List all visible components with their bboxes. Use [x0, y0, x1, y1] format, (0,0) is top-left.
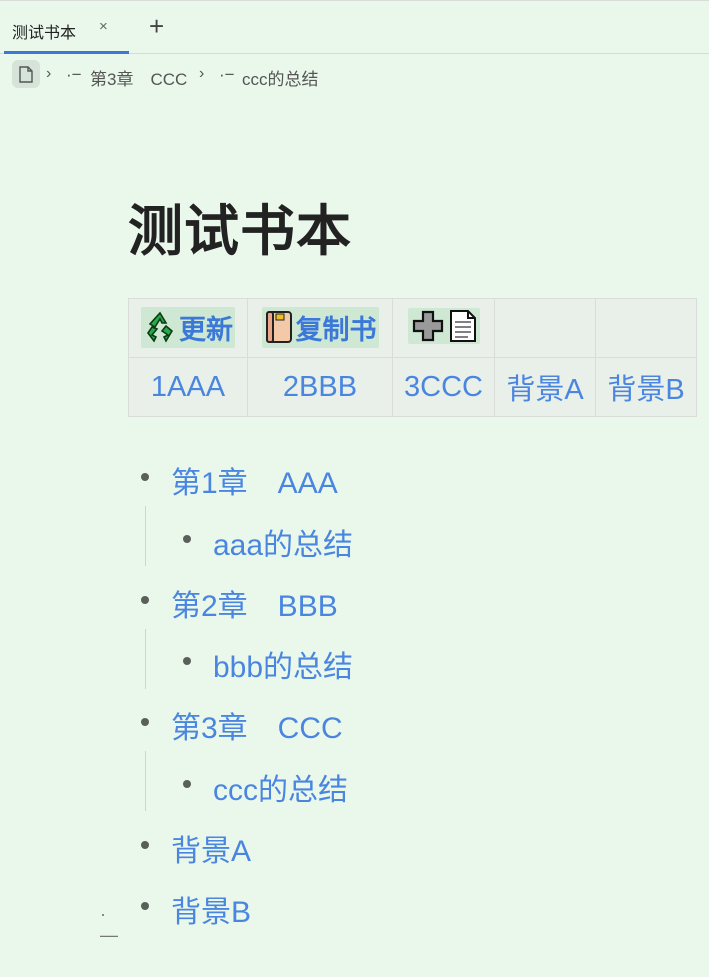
update-button-label: 更新 — [179, 314, 233, 345]
plus-icon — [412, 310, 443, 342]
list-item[interactable]: 第3章 CCC — [171, 703, 343, 747]
copy-book-button-label: 复制书 — [295, 314, 377, 345]
table-cell — [392, 298, 495, 358]
table-cell: 背景B — [595, 357, 697, 417]
list-item[interactable]: bbb的总结 — [213, 642, 353, 686]
list-item[interactable]: aaa的总结 — [213, 520, 353, 564]
table-cell: 3CCC — [392, 357, 495, 417]
new-tab-button[interactable]: + — [149, 13, 164, 39]
tab-active[interactable]: 测试书本 × — [4, 1, 129, 54]
list-item[interactable]: 第2章 BBB — [171, 581, 338, 625]
table-link-1aaa[interactable]: 1AAA — [151, 371, 225, 403]
bullet-dot[interactable] — [141, 718, 149, 726]
bullet-dot[interactable] — [183, 535, 191, 543]
table-cell: 复制书 — [247, 298, 393, 358]
collapse-toggle-icon[interactable]: ·— — [100, 904, 118, 946]
table-link-background-a[interactable]: 背景A — [506, 374, 583, 406]
book-icon — [265, 311, 292, 344]
recycle-icon — [147, 311, 174, 343]
page-title: 测试书本 — [128, 199, 353, 263]
copy-book-button[interactable]: 复制书 — [261, 306, 379, 348]
breadcrumb-item-prefix: ·− — [219, 65, 235, 84]
bullet-dot[interactable] — [141, 596, 149, 604]
link-table: 更新 复制书 1AAA 2BBB 3CCC 背景A 背景B — [128, 298, 697, 417]
table-link-2bbb[interactable]: 2BBB — [283, 371, 357, 403]
page-icon — [449, 310, 476, 342]
bullet-dot[interactable] — [141, 473, 149, 481]
table-cell: 背景A — [494, 357, 596, 417]
indent-guide — [145, 506, 146, 566]
list-item[interactable]: 第1章 AAA — [171, 458, 338, 502]
chevron-right-icon: › — [46, 65, 52, 82]
bullet-dot[interactable] — [183, 780, 191, 788]
indent-guide — [145, 629, 146, 689]
table-cell: 2BBB — [247, 357, 393, 417]
bullet-dot[interactable] — [141, 902, 149, 910]
breadcrumb-item-chapter3[interactable]: 第3章 CCC — [90, 65, 187, 90]
table-cell: 1AAA — [128, 357, 248, 417]
table-cell — [595, 298, 697, 358]
tab-close-icon[interactable]: × — [99, 18, 108, 35]
doc-icon[interactable] — [12, 60, 40, 88]
update-button[interactable]: 更新 — [141, 306, 235, 348]
list-item[interactable]: 背景A — [171, 826, 251, 870]
table-cell: 更新 — [128, 298, 248, 358]
bullet-dot[interactable] — [141, 841, 149, 849]
list-item[interactable]: 背景B — [171, 887, 251, 931]
indent-guide — [145, 751, 146, 811]
tab-title: 测试书本 — [12, 25, 77, 42]
bullet-dot[interactable] — [183, 657, 191, 665]
add-page-button[interactable] — [407, 308, 480, 344]
breadcrumb-item-summary[interactable]: ccc的总结 — [242, 65, 319, 90]
list-item[interactable]: ccc的总结 — [213, 765, 348, 809]
table-link-3ccc[interactable]: 3CCC — [404, 371, 483, 403]
chevron-right-icon: › — [199, 65, 205, 82]
table-cell — [494, 298, 596, 358]
breadcrumb-item-prefix: ·− — [66, 65, 82, 84]
breadcrumb: › ·− 第3章 CCC › ·− ccc的总结 — [0, 58, 709, 92]
table-link-background-b[interactable]: 背景B — [607, 374, 684, 406]
tab-bar: 测试书本 × + — [0, 0, 709, 54]
